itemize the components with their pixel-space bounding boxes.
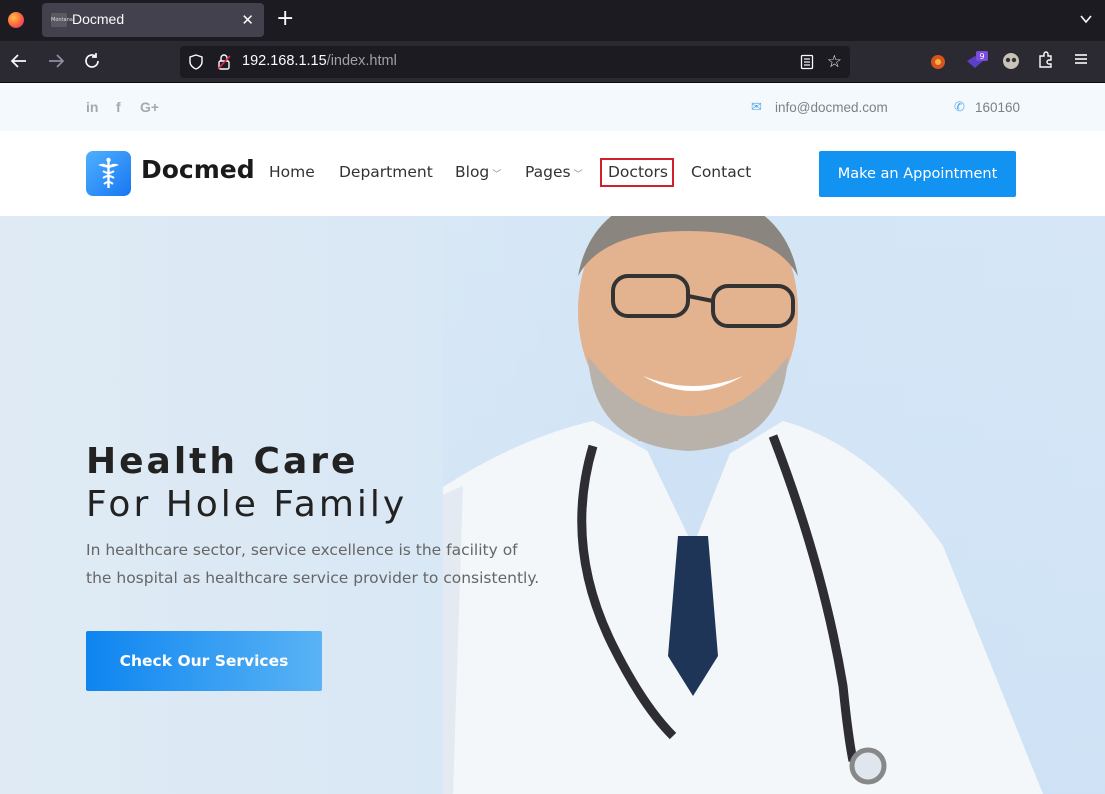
hero-image-panel — [303, 216, 1105, 794]
nav-blog[interactable]: Blog ﹀ — [455, 163, 501, 181]
chevron-down-icon: ﹀ — [492, 170, 502, 180]
app-menu-icon[interactable] — [1073, 51, 1093, 71]
tab-close-icon[interactable]: ✕ — [241, 11, 254, 29]
url-bar[interactable]: 192.168.1.15/index.html ☆ — [180, 46, 850, 78]
extension-mask-icon[interactable] — [1001, 51, 1021, 71]
doctor-photo-illustration — [303, 216, 1043, 794]
site-header: Docmed Home Department Blog ﹀ Pages ﹀ Doct… — [0, 131, 1105, 216]
bookmark-star-icon[interactable]: ☆ — [827, 52, 842, 72]
chevron-down-icon: ﹀ — [573, 170, 583, 180]
make-appointment-button[interactable]: Make an Appointment — [819, 151, 1016, 197]
linkedin-icon[interactable]: in — [86, 99, 98, 115]
hero-subtitle: For Hole Family — [86, 484, 408, 525]
tracking-shield-icon[interactable] — [188, 54, 204, 74]
hero-description-line: the hospital as healthcare service provi… — [86, 569, 540, 587]
firefox-icon[interactable] — [8, 12, 24, 28]
email-link[interactable]: info@docmed.com — [775, 100, 888, 115]
tab-list-chevron-icon[interactable] — [1079, 11, 1093, 30]
nav-pages-label: Pages — [525, 163, 571, 181]
logo-text[interactable]: Docmed — [141, 155, 255, 184]
hero-title: Health Care — [86, 441, 359, 482]
web-page: in f G+ ✉ info@docmed.com ✆ 160160 Docme… — [0, 83, 1105, 794]
nav-department[interactable]: Department — [339, 163, 433, 181]
nav-contact[interactable]: Contact — [691, 163, 751, 181]
extension-fox-icon[interactable] — [928, 51, 948, 71]
new-tab-icon[interactable]: + — [276, 7, 294, 31]
insecure-lock-icon[interactable] — [216, 53, 232, 75]
nav-home[interactable]: Home — [269, 163, 315, 181]
envelope-icon: ✉ — [751, 100, 762, 115]
google-plus-icon[interactable]: G+ — [140, 99, 159, 115]
tab-favicon-icon: Montana — [51, 13, 73, 27]
hero-description-line: In healthcare sector, service excellence… — [86, 541, 518, 559]
browser-tab-bar: Montana Docmed ✕ + — [0, 0, 1105, 41]
url-path: /index.html — [326, 53, 397, 69]
phone-number[interactable]: 160160 — [975, 100, 1020, 115]
forward-icon[interactable] — [47, 52, 65, 75]
back-icon[interactable] — [10, 52, 28, 75]
extension-badge-count: 9 — [979, 52, 984, 61]
extensions-puzzle-icon[interactable] — [1037, 51, 1057, 71]
logo-caduceus-icon[interactable] — [86, 151, 131, 196]
browser-nav-bar: 192.168.1.15/index.html ☆ 9 — [0, 41, 1105, 83]
url-text[interactable]: 192.168.1.15/index.html — [242, 53, 397, 69]
reader-view-icon[interactable] — [800, 54, 814, 74]
facebook-icon[interactable]: f — [116, 99, 121, 115]
url-host: 192.168.1.15 — [242, 53, 327, 69]
hero-description: In healthcare sector, service excellence… — [86, 536, 566, 592]
browser-tab[interactable]: Montana Docmed ✕ — [42, 3, 264, 37]
nav-blog-label: Blog — [455, 163, 490, 181]
phone-icon: ✆ — [954, 100, 965, 115]
hero-banner: Health Care For Hole Family In healthcar… — [0, 216, 1105, 794]
reload-icon[interactable] — [83, 52, 101, 75]
nav-pages[interactable]: Pages ﹀ — [525, 163, 583, 181]
check-services-button[interactable]: Check Our Services — [86, 631, 322, 691]
tab-title: Docmed — [72, 11, 125, 27]
extension-badge-icon[interactable]: 9 — [964, 51, 988, 71]
nav-doctors[interactable]: Doctors — [608, 163, 668, 181]
top-contact-bar: in f G+ ✉ info@docmed.com ✆ 160160 — [0, 83, 1105, 131]
